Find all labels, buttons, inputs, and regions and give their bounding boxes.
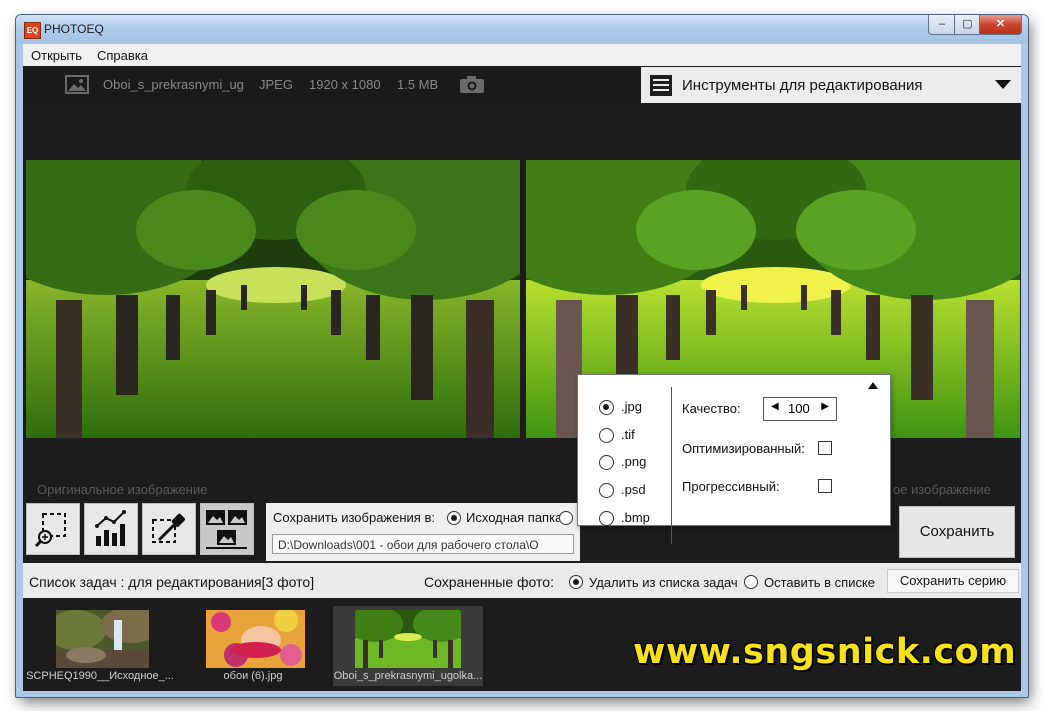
quality-stepper[interactable]: ◀ 100 ▶	[763, 397, 837, 421]
thumbnail-flowers	[206, 610, 305, 668]
window-title: PHOTOEQ	[44, 22, 104, 36]
watermark-text: www.sngsnick.com	[633, 632, 1017, 672]
format-jpg-radio[interactable]	[599, 400, 614, 415]
optimized-checkbox[interactable]	[818, 441, 832, 455]
keep-in-list-label: Оставить в списке	[764, 575, 876, 590]
format-psd-radio[interactable]	[599, 483, 614, 498]
levels-button[interactable]	[84, 503, 138, 555]
format-png-label: .png	[621, 454, 647, 469]
thumbnail-item[interactable]: обои (6).jpg	[178, 606, 328, 686]
format-bmp-label: .bmp	[621, 510, 650, 525]
sliders-icon	[650, 75, 672, 96]
eyedropper-icon	[152, 513, 185, 543]
format-tif-label: .tif	[621, 427, 635, 442]
file-name: Oboi_s_prekrasnymi_ug	[103, 77, 244, 92]
remove-from-list-label: Удалить из списка задач	[589, 575, 738, 590]
progressive-checkbox[interactable]	[818, 479, 832, 493]
file-resolution: 1920 x 1080	[309, 77, 381, 92]
menu-open[interactable]: Открыть	[31, 48, 82, 63]
original-image-caption: Оригинальное изображение	[37, 482, 208, 497]
format-jpg-label: .jpg	[621, 399, 642, 414]
task-list-title: Список задач : для редактирования[3 фото…	[29, 574, 315, 590]
chevron-down-icon[interactable]	[995, 80, 1011, 89]
crop-zoom-button[interactable]	[26, 503, 80, 555]
app-window: EQ PHOTOEQ – ▢ ✕ Открыть Справка Oboi_s_…	[15, 14, 1029, 698]
save-button[interactable]: Сохранить	[899, 506, 1015, 558]
image-icon	[65, 75, 89, 94]
source-folder-radio[interactable]	[447, 511, 461, 525]
thumbnail-waterfall	[56, 610, 149, 668]
camera-icon	[460, 76, 484, 93]
bar-chart-icon	[95, 510, 126, 546]
quality-label: Качество:	[682, 401, 741, 416]
original-image[interactable]	[26, 160, 520, 438]
thumbnail-caption: SCPHEQ1990__Исходное_...	[26, 670, 174, 682]
format-tif-radio[interactable]	[599, 428, 614, 443]
file-size: 1.5 MB	[397, 77, 439, 92]
main-area: Oboi_s_prekrasnymi_ug JPEG 1920 x 1080 1…	[23, 66, 1021, 691]
split-view-icon	[206, 510, 247, 549]
format-psd-label: .psd	[621, 482, 646, 497]
increase-arrow-icon[interactable]: ▶	[821, 401, 829, 412]
menu-help[interactable]: Справка	[97, 48, 148, 63]
thumbnail-item-selected[interactable]: Oboi_s_prekrasnymi_ugolka...	[333, 606, 483, 686]
thumbnail-caption: обои (6).jpg	[223, 670, 283, 682]
task-list-bar: Список задач : для редактирования[3 фото…	[23, 563, 1021, 598]
decrease-arrow-icon[interactable]: ◀	[771, 401, 779, 412]
remove-from-list-radio[interactable]	[569, 575, 583, 589]
popup-divider	[671, 387, 672, 544]
thumbnail-caption: Oboi_s_prekrasnymi_ugolka...	[333, 670, 483, 682]
source-folder-label: Исходная папка	[466, 510, 563, 525]
save-series-button[interactable]: Сохранить серию	[887, 569, 1019, 593]
format-png-radio[interactable]	[599, 455, 614, 470]
save-location-panel: Сохранить изображения в: Исходная папка …	[266, 503, 580, 561]
progressive-label: Прогрессивный:	[682, 479, 780, 494]
app-logo-icon: EQ	[24, 22, 41, 39]
minimize-button[interactable]: –	[928, 15, 956, 35]
tools-dropdown[interactable]: Инструменты для редактирования	[641, 67, 1021, 103]
collapse-arrow-icon[interactable]	[868, 382, 878, 389]
title-bar[interactable]: EQ PHOTOEQ – ▢ ✕	[16, 15, 1028, 44]
eyedropper-button[interactable]	[142, 503, 196, 555]
saved-photos-label: Сохраненные фото:	[424, 574, 554, 590]
maximize-button[interactable]: ▢	[954, 15, 981, 35]
close-button[interactable]: ✕	[979, 15, 1022, 35]
format-options-popup: .jpg .tif .png .psd .bmp Качество: ◀ 100…	[577, 374, 891, 544]
compare-view-button[interactable]	[200, 503, 254, 555]
thumbnail-trees	[355, 610, 461, 668]
save-to-label: Сохранить изображения в:	[273, 510, 435, 525]
optimized-label: Оптимизированный:	[682, 441, 805, 456]
format-bmp-radio[interactable]	[599, 511, 614, 526]
quality-value: 100	[788, 401, 810, 416]
thumbnail-item[interactable]: SCPHEQ1990__Исходное_...	[25, 606, 175, 686]
custom-folder-radio[interactable]	[559, 511, 573, 525]
file-info-bar: Oboi_s_prekrasnymi_ug JPEG 1920 x 1080 1…	[23, 66, 1021, 103]
keep-in-list-radio[interactable]	[744, 575, 758, 589]
save-path-field[interactable]: D:\Downloads\001 - обои для рабочего сто…	[272, 534, 574, 554]
result-image-caption: ое изображение	[893, 482, 991, 497]
file-format: JPEG	[259, 77, 293, 92]
tools-dropdown-label: Инструменты для редактирования	[682, 77, 923, 94]
menu-bar: Открыть Справка	[23, 44, 1021, 66]
crop-zoom-icon	[34, 513, 66, 548]
